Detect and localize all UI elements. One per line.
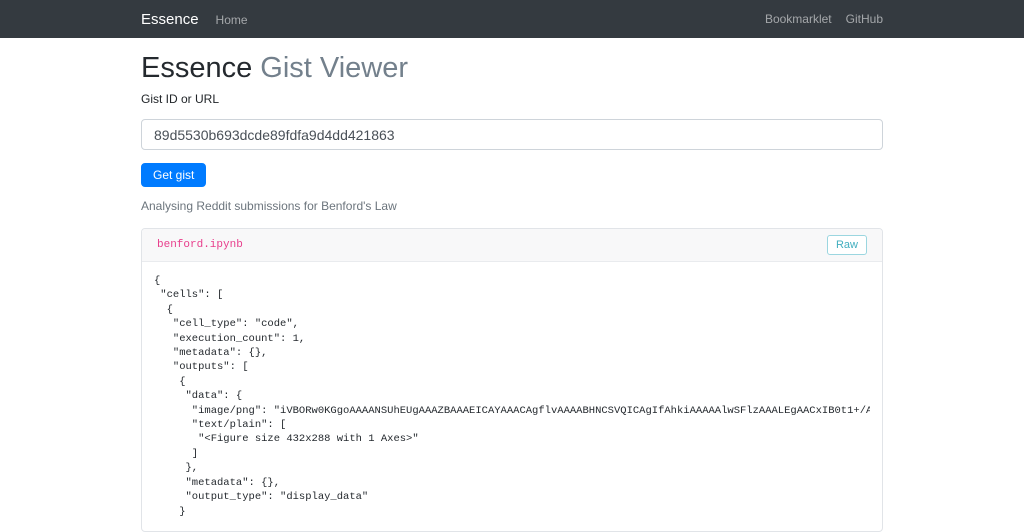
nav-item-bookmarklet[interactable]: Bookmarklet (765, 12, 832, 26)
gist-id-label: Gist ID or URL (141, 92, 220, 106)
navbar: Essence Home Bookmarklet GitHub (0, 0, 1024, 38)
file-card-body: { "cells": [ { "cell_type": "code", "exe… (142, 262, 882, 531)
navbar-right: Bookmarklet GitHub (765, 12, 883, 26)
file-card-header: benford.ipynb Raw (142, 229, 882, 262)
navbar-left: Essence Home (141, 11, 248, 28)
gist-description: Analysing Reddit submissions for Benford… (141, 199, 397, 213)
gist-id-input[interactable] (141, 119, 883, 150)
notebook-json-content: { "cells": [ { "cell_type": "code", "exe… (154, 275, 870, 518)
page-title: Essence Gist Viewer (141, 52, 883, 85)
page-title-brand: Essence (141, 52, 253, 84)
main-content: Essence Gist Viewer Gist ID or URL Get g… (141, 52, 883, 532)
file-name: benford.ipynb (157, 239, 243, 251)
brand-link[interactable]: Essence (141, 11, 199, 28)
nav-item-github[interactable]: GitHub (846, 12, 883, 26)
get-gist-button[interactable]: Get gist (141, 163, 207, 187)
navbar-container: Essence Home Bookmarklet GitHub (141, 0, 883, 38)
nav-item-home[interactable]: Home (216, 13, 248, 27)
page-title-subtitle: Gist Viewer (260, 52, 409, 84)
raw-button[interactable]: Raw (826, 235, 867, 255)
file-card: benford.ipynb Raw { "cells": [ { "cell_t… (141, 228, 883, 532)
